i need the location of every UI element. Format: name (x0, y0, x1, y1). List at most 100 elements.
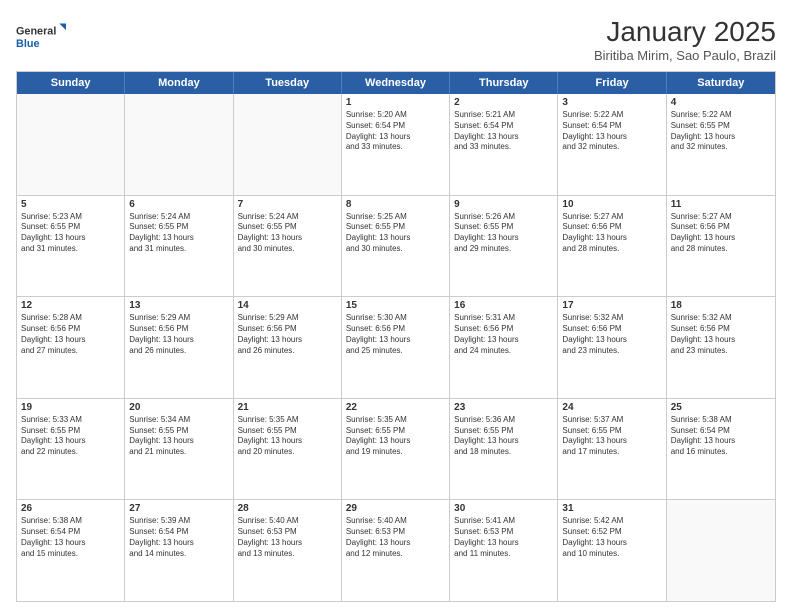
day-cell: 21 Sunrise: 5:35 AMSunset: 6:55 PMDayligh… (234, 399, 342, 500)
day-cell: 24Sunrise: 5:37 AMSunset: 6:55 PMDayligh… (558, 399, 666, 500)
day-number: 8 (346, 199, 445, 210)
day-cell: 15 Sunrise: 5:30 AMSunset: 6:56 PMDayligh… (342, 297, 450, 398)
day-number: 9 (454, 199, 553, 210)
day-cell: 11Sunrise: 5:27 AMSunset: 6:56 PMDayligh… (667, 196, 775, 297)
day-number: 18 (671, 300, 771, 311)
day-cell: 16Sunrise: 5:31 AMSunset: 6:56 PMDayligh… (450, 297, 558, 398)
day-info: Sunrise: 5:30 AMSunset: 6:56 PMDaylight:… (346, 313, 445, 356)
day-cell: 2 Sunrise: 5:21 AMSunset: 6:54 PMDaylight… (450, 94, 558, 195)
day-info: Sunrise: 5:32 AMSunset: 6:56 PMDaylight:… (562, 313, 661, 356)
day-cell: 3 Sunrise: 5:22 AMSunset: 6:54 PMDaylight… (558, 94, 666, 195)
day-cell (234, 94, 342, 195)
week-row-5: 26 Sunrise: 5:38 AMSunset: 6:54 PMDayligh… (17, 500, 775, 601)
header: General Blue January 2025 Biritiba Mirim… (16, 16, 776, 63)
day-info: Sunrise: 5:40 AMSunset: 6:53 PMDaylight:… (346, 516, 445, 559)
logo: General Blue (16, 16, 66, 56)
day-info: Sunrise: 5:22 AMSunset: 6:54 PMDaylight:… (562, 110, 661, 153)
day-info: Sunrise: 5:33 AMSunset: 6:55 PMDaylight:… (21, 415, 120, 458)
day-cell: 28Sunrise: 5:40 AMSunset: 6:53 PMDayligh… (234, 500, 342, 601)
day-number: 31 (562, 503, 661, 514)
calendar-body: 1 Sunrise: 5:20 AMSunset: 6:54 PMDaylight… (17, 94, 775, 601)
day-info: Sunrise: 5:38 AMSunset: 6:54 PMDaylight:… (21, 516, 120, 559)
day-info: Sunrise: 5:42 AMSunset: 6:52 PMDaylight:… (562, 516, 661, 559)
day-number: 17 (562, 300, 661, 311)
day-header-thursday: Thursday (450, 72, 558, 94)
day-info: Sunrise: 5:28 AMSunset: 6:56 PMDaylight:… (21, 313, 120, 356)
day-cell: 10 Sunrise: 5:27 AMSunset: 6:56 PMDayligh… (558, 196, 666, 297)
day-cell: 30Sunrise: 5:41 AMSunset: 6:53 PMDayligh… (450, 500, 558, 601)
day-info: Sunrise: 5:29 AMSunset: 6:56 PMDaylight:… (238, 313, 337, 356)
day-header-monday: Monday (125, 72, 233, 94)
day-cell: 5 Sunrise: 5:23 AMSunset: 6:55 PMDaylight… (17, 196, 125, 297)
day-header-saturday: Saturday (667, 72, 775, 94)
day-cell: 12 Sunrise: 5:28 AMSunset: 6:56 PMDayligh… (17, 297, 125, 398)
week-row-3: 12 Sunrise: 5:28 AMSunset: 6:56 PMDayligh… (17, 297, 775, 399)
day-info: Sunrise: 5:34 AMSunset: 6:55 PMDaylight:… (129, 415, 228, 458)
day-cell: 18 Sunrise: 5:32 AMSunset: 6:56 PMDayligh… (667, 297, 775, 398)
day-info: Sunrise: 5:38 AMSunset: 6:54 PMDaylight:… (671, 415, 771, 458)
day-number: 26 (21, 503, 120, 514)
day-info: Sunrise: 5:36 AMSunset: 6:55 PMDaylight:… (454, 415, 553, 458)
day-number: 28 (238, 503, 337, 514)
day-number: 30 (454, 503, 553, 514)
day-cell: 8Sunrise: 5:25 AMSunset: 6:55 PMDaylight… (342, 196, 450, 297)
day-info: Sunrise: 5:27 AMSunset: 6:56 PMDaylight:… (671, 212, 771, 255)
day-info: Sunrise: 5:24 AMSunset: 6:55 PMDaylight:… (238, 212, 337, 255)
day-info: Sunrise: 5:35 AMSunset: 6:55 PMDaylight:… (346, 415, 445, 458)
logo-svg: General Blue (16, 16, 66, 56)
day-info: Sunrise: 5:26 AMSunset: 6:55 PMDaylight:… (454, 212, 553, 255)
day-info: Sunrise: 5:22 AMSunset: 6:55 PMDaylight:… (671, 110, 771, 153)
title-block: January 2025 Biritiba Mirim, Sao Paulo, … (594, 16, 776, 63)
day-info: Sunrise: 5:29 AMSunset: 6:56 PMDaylight:… (129, 313, 228, 356)
day-number: 13 (129, 300, 228, 311)
week-row-1: 1 Sunrise: 5:20 AMSunset: 6:54 PMDaylight… (17, 94, 775, 196)
subtitle: Biritiba Mirim, Sao Paulo, Brazil (594, 48, 776, 63)
day-number: 10 (562, 199, 661, 210)
day-cell: 31 Sunrise: 5:42 AMSunset: 6:52 PMDayligh… (558, 500, 666, 601)
month-title: January 2025 (594, 16, 776, 48)
day-number: 15 (346, 300, 445, 311)
day-info: Sunrise: 5:20 AMSunset: 6:54 PMDaylight:… (346, 110, 445, 153)
day-number: 4 (671, 97, 771, 108)
day-cell: 22 Sunrise: 5:35 AMSunset: 6:55 PMDayligh… (342, 399, 450, 500)
day-info: Sunrise: 5:23 AMSunset: 6:55 PMDaylight:… (21, 212, 120, 255)
day-number: 20 (129, 402, 228, 413)
day-cell: 19Sunrise: 5:33 AMSunset: 6:55 PMDayligh… (17, 399, 125, 500)
day-info: Sunrise: 5:35 AMSunset: 6:55 PMDaylight:… (238, 415, 337, 458)
day-cell: 1 Sunrise: 5:20 AMSunset: 6:54 PMDaylight… (342, 94, 450, 195)
day-info: Sunrise: 5:24 AMSunset: 6:55 PMDaylight:… (129, 212, 228, 255)
day-header-tuesday: Tuesday (234, 72, 342, 94)
day-info: Sunrise: 5:27 AMSunset: 6:56 PMDaylight:… (562, 212, 661, 255)
page: General Blue January 2025 Biritiba Mirim… (0, 0, 792, 612)
day-number: 22 (346, 402, 445, 413)
day-cell: 14 Sunrise: 5:29 AMSunset: 6:56 PMDayligh… (234, 297, 342, 398)
day-header-sunday: Sunday (17, 72, 125, 94)
day-info: Sunrise: 5:21 AMSunset: 6:54 PMDaylight:… (454, 110, 553, 153)
day-number: 1 (346, 97, 445, 108)
day-cell: 25Sunrise: 5:38 AMSunset: 6:54 PMDayligh… (667, 399, 775, 500)
day-number: 24 (562, 402, 661, 413)
day-number: 21 (238, 402, 337, 413)
day-number: 12 (21, 300, 120, 311)
day-number: 3 (562, 97, 661, 108)
day-number: 2 (454, 97, 553, 108)
day-number: 23 (454, 402, 553, 413)
day-number: 14 (238, 300, 337, 311)
day-cell: 13 Sunrise: 5:29 AMSunset: 6:56 PMDayligh… (125, 297, 233, 398)
day-cell (667, 500, 775, 601)
day-header-wednesday: Wednesday (342, 72, 450, 94)
day-cell: 17 Sunrise: 5:32 AMSunset: 6:56 PMDayligh… (558, 297, 666, 398)
day-info: Sunrise: 5:32 AMSunset: 6:56 PMDaylight:… (671, 313, 771, 356)
day-number: 5 (21, 199, 120, 210)
day-cell: 9 Sunrise: 5:26 AMSunset: 6:55 PMDaylight… (450, 196, 558, 297)
svg-text:General: General (16, 25, 56, 37)
day-cell (125, 94, 233, 195)
day-cell: 26 Sunrise: 5:38 AMSunset: 6:54 PMDayligh… (17, 500, 125, 601)
day-cell: 23 Sunrise: 5:36 AMSunset: 6:55 PMDayligh… (450, 399, 558, 500)
day-cell: 7Sunrise: 5:24 AMSunset: 6:55 PMDaylight… (234, 196, 342, 297)
day-cell: 20 Sunrise: 5:34 AMSunset: 6:55 PMDayligh… (125, 399, 233, 500)
day-number: 16 (454, 300, 553, 311)
day-number: 27 (129, 503, 228, 514)
day-cell: 27Sunrise: 5:39 AMSunset: 6:54 PMDayligh… (125, 500, 233, 601)
week-row-4: 19Sunrise: 5:33 AMSunset: 6:55 PMDayligh… (17, 399, 775, 501)
